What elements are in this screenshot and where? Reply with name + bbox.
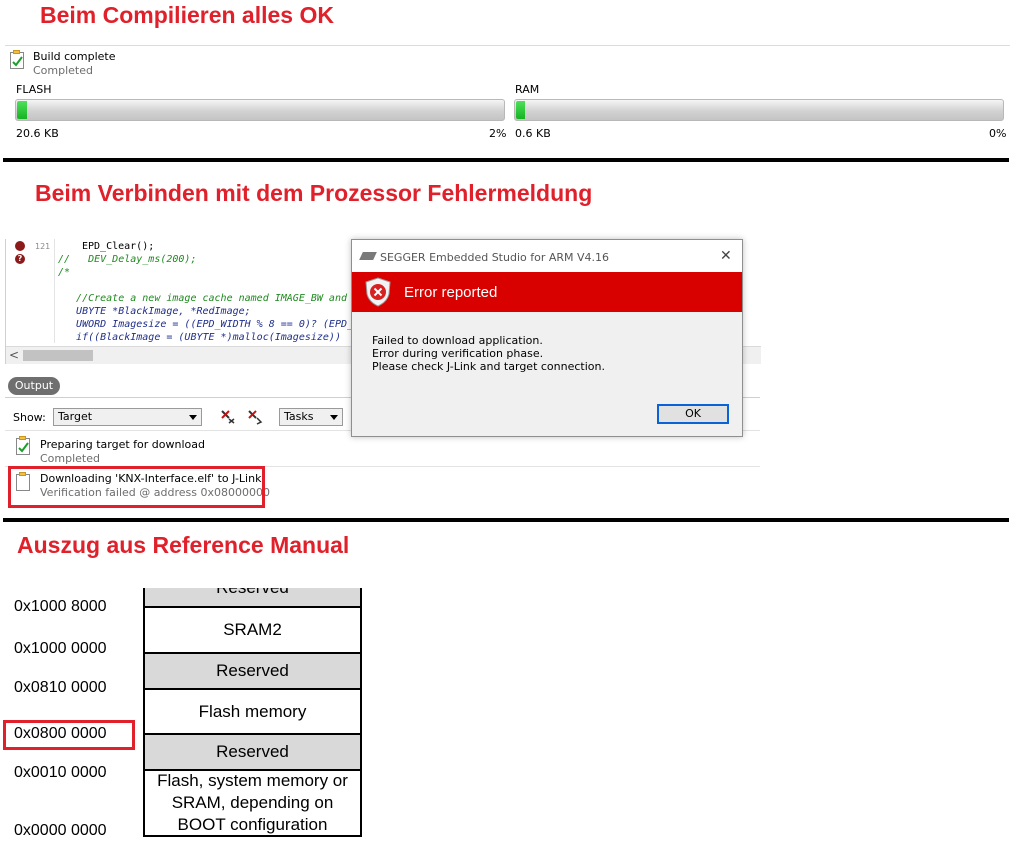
flash-label: FLASH [16,83,52,96]
memory-map: Reserved SRAM2 Reserved Flash memory Res… [0,588,400,851]
ram-percent: 0% [989,127,1007,140]
app-icon [359,252,377,260]
code-line: UBYTE *BlackImage, *RedImage; [58,306,251,317]
warning-question-icon: ? [15,254,25,264]
chevron-down-icon [189,415,197,420]
dialog-message: Please check J-Link and target connectio… [372,360,605,373]
scrollbar-thumb[interactable] [23,350,93,361]
build-complete-icon [10,50,24,69]
output-item-status: Completed [40,452,100,465]
dialog-titlebar: SEGGER Embedded Studio for ARM V4.16 ✕ [352,240,742,272]
task-complete-icon [16,436,30,455]
close-icon[interactable]: ✕ [720,248,732,264]
memory-region: Flash memory [143,688,362,735]
flash-size: 20.6 KB [16,127,59,140]
memory-region: Reserved [143,733,362,771]
chevron-down-icon [330,415,338,420]
section-divider [3,518,1009,522]
connect-heading: Beim Verbinden mit dem Prozessor Fehlerm… [35,180,593,206]
build-status-panel: Build complete Completed FLASH 20.6 KB 2… [5,45,1010,159]
line-number: 121 [35,242,51,251]
compile-heading: Beim Compilieren alles OK [40,2,334,28]
show-select-value: Target [58,410,93,423]
code-line: /* [58,267,71,278]
output-item-title: Preparing target for download [40,438,205,451]
dialog-title: SEGGER Embedded Studio for ARM V4.16 [380,251,610,264]
error-highlight-box [8,466,265,508]
dialog-header-text: Error reported [404,284,498,301]
gutter-divider [54,239,55,343]
build-title: Build complete [33,50,116,63]
code-line: if((BlackImage = (UBYTE *)malloc(Imagesi… [58,332,341,343]
ram-progress-bar [514,99,1004,121]
error-dialog: SEGGER Embedded Studio for ARM V4.16 ✕ E… [351,239,743,437]
memory-region: SRAM2 [143,606,362,654]
ram-label: RAM [515,83,540,96]
dialog-message: Failed to download application. [372,334,543,347]
show-select[interactable]: Target [53,408,202,426]
ok-button[interactable]: OK [657,404,729,424]
build-status-text: Completed [33,64,93,77]
clear-output-icon[interactable] [219,409,237,425]
tab-output[interactable]: Output [8,377,60,395]
memory-region: Reserved [143,652,362,690]
error-shield-icon [365,277,391,307]
flash-progress-fill [17,101,27,119]
section-divider [3,158,1009,162]
show-label: Show: [13,411,46,424]
code-line: EPD_Clear(); [82,241,155,252]
ram-progress-fill [516,101,525,119]
dialog-header: Error reported [352,272,742,312]
code-line: UWORD Imagesize = ((EPD_WIDTH % 8 == 0)?… [58,319,354,330]
dialog-message: Error during verification phase. [372,347,544,360]
memory-region: Reserved [143,588,362,608]
manual-heading: Auszug aus Reference Manual [17,532,350,558]
code-line: // DEV_Delay_ms(200); [58,254,197,265]
tasks-select-value: Tasks [284,410,314,423]
code-line: //Create a new image cache named IMAGE_B… [58,293,347,304]
scroll-left-icon[interactable]: < [9,348,19,362]
flash-progress-bar [15,99,505,121]
breakpoint-icon[interactable] [15,241,25,251]
ram-size: 0.6 KB [515,127,551,140]
filter-output-icon[interactable] [246,409,264,425]
flash-percent: 2% [489,127,507,140]
memory-region: Flash, system memory or SRAM, depending … [143,769,362,837]
tasks-select[interactable]: Tasks [279,408,343,426]
